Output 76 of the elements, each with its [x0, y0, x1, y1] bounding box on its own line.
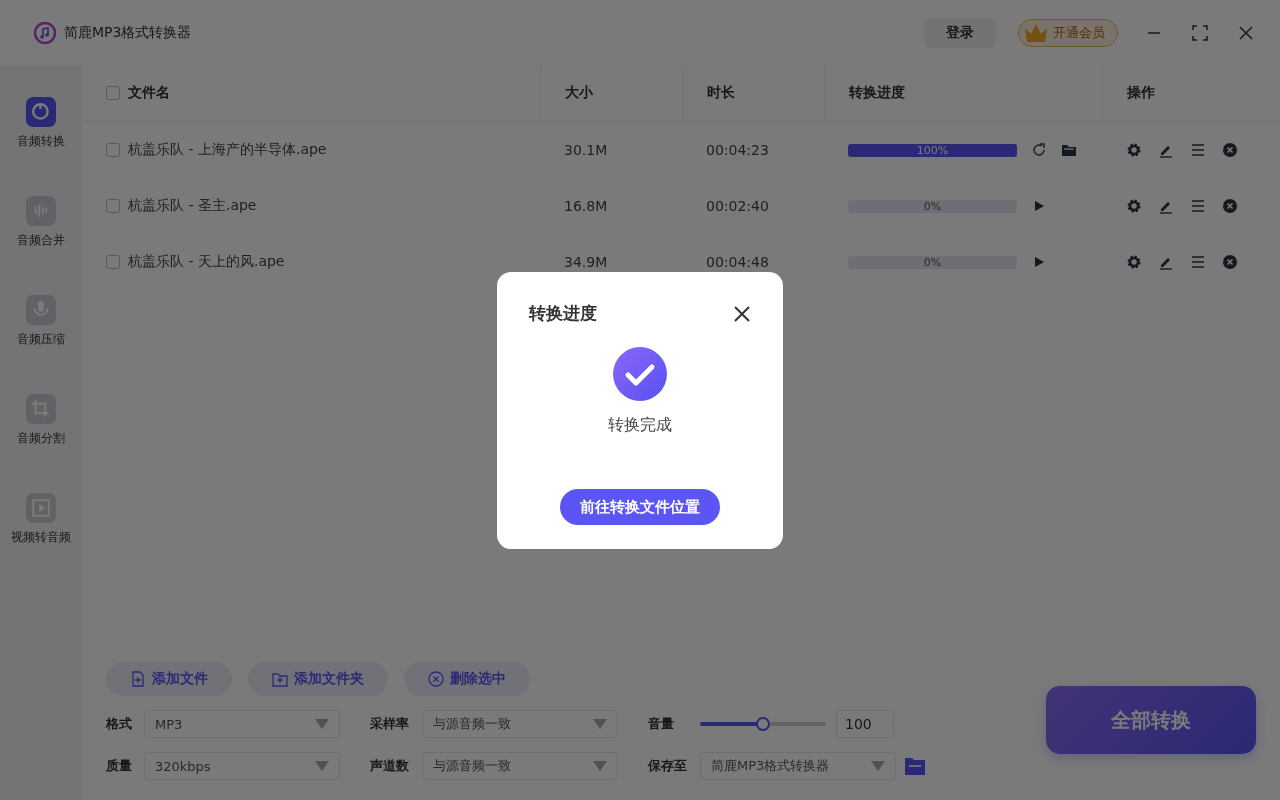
column-header: 转换进度	[849, 84, 905, 102]
file-duration: 00:04:23	[706, 142, 769, 158]
dialog-title: 转换进度	[529, 302, 597, 325]
logo-icon	[34, 21, 56, 44]
folder-icon[interactable]	[1061, 142, 1077, 158]
column-header: 大小	[565, 84, 593, 102]
setting-label: 音量	[648, 715, 675, 733]
caret-icon	[593, 719, 607, 729]
column-header: 时长	[707, 84, 735, 102]
remove-icon	[428, 671, 444, 687]
setting-label: 采样率	[370, 715, 410, 733]
file-name: 杭盖乐队 - 上海产的半导体.ape	[128, 141, 327, 159]
row-checkbox[interactable]	[106, 143, 120, 157]
file-size: 16.8M	[564, 198, 608, 214]
list-icon[interactable]	[1190, 198, 1206, 214]
login-button[interactable]: 登录	[924, 17, 996, 48]
delete-icon[interactable]	[1222, 142, 1238, 158]
settings-icon[interactable]	[1126, 142, 1142, 158]
file-name: 杭盖乐队 - 天上的风.ape	[128, 253, 285, 271]
delete-selected-button[interactable]: 删除选中	[404, 662, 530, 696]
setting-label: 声道数	[370, 757, 410, 775]
file-name: 杭盖乐队 - 圣主.ape	[128, 197, 257, 215]
file-duration: 00:02:40	[706, 198, 769, 214]
setting-label: 质量	[106, 757, 133, 775]
list-icon[interactable]	[1190, 254, 1206, 270]
caret-icon	[871, 761, 885, 771]
progress-text: 100%	[915, 143, 950, 157]
settings-icon[interactable]	[1126, 254, 1142, 270]
add-file-button[interactable]: 添加文件	[106, 662, 232, 696]
settings-icon[interactable]	[1126, 198, 1142, 214]
sidebar-icon	[26, 97, 56, 127]
delete-icon[interactable]	[1222, 254, 1238, 270]
sidebar-item[interactable]: 视频转音频	[11, 493, 71, 546]
row-checkbox[interactable]	[106, 255, 120, 269]
sidebar-icon	[26, 295, 56, 325]
setting-label: 保存至	[648, 757, 688, 775]
add-folder-button[interactable]: 添加文件夹	[248, 662, 388, 696]
progress-text: 0%	[922, 199, 943, 213]
select-all-checkbox[interactable]	[106, 86, 120, 100]
add-file-icon	[130, 671, 146, 687]
volume-slider[interactable]	[700, 717, 826, 731]
sidebar-icon	[26, 394, 56, 424]
sidebar-item[interactable]: 音频合并	[17, 196, 65, 249]
caret-icon	[315, 761, 329, 771]
format-select[interactable]: MP3	[144, 710, 340, 738]
sidebar-item[interactable]: 音频压缩	[17, 295, 65, 348]
sidebar-icon	[26, 493, 56, 523]
list-icon[interactable]	[1190, 142, 1206, 158]
sidebar-icon	[26, 196, 56, 226]
save-path-select[interactable]: 简鹿MP3格式转换器	[700, 752, 896, 780]
delete-icon[interactable]	[1222, 198, 1238, 214]
vip-button[interactable]: 开通会员	[1018, 18, 1118, 47]
volume-input[interactable]: 100	[836, 710, 894, 738]
check-icon	[613, 347, 667, 401]
add-folder-icon	[272, 671, 288, 687]
column-header: 文件名	[128, 84, 170, 102]
refresh-icon[interactable]	[1031, 142, 1047, 158]
folder-icon[interactable]	[904, 755, 926, 777]
close-icon[interactable]	[733, 304, 751, 323]
sidebar-item[interactable]: 音频分割	[17, 394, 65, 447]
app-title: 简鹿MP3格式转换器	[64, 23, 192, 42]
caret-icon	[593, 761, 607, 771]
quality-select[interactable]: 320kbps	[144, 752, 340, 780]
sidebar-item[interactable]: 音频转换	[17, 97, 65, 150]
status-message: 转换完成	[608, 415, 672, 436]
progress-text: 0%	[922, 255, 943, 269]
maximize-icon[interactable]	[1190, 22, 1210, 43]
file-size: 34.9M	[564, 254, 608, 270]
convert-all-button[interactable]: 全部转换	[1046, 686, 1256, 754]
file-size: 30.1M	[564, 142, 608, 158]
open-location-button[interactable]: 前往转换文件位置	[560, 489, 720, 525]
column-header: 操作	[1127, 84, 1155, 102]
file-duration: 00:04:48	[706, 254, 769, 270]
caret-icon	[315, 719, 329, 729]
row-checkbox[interactable]	[106, 199, 120, 213]
setting-label: 格式	[106, 715, 133, 733]
